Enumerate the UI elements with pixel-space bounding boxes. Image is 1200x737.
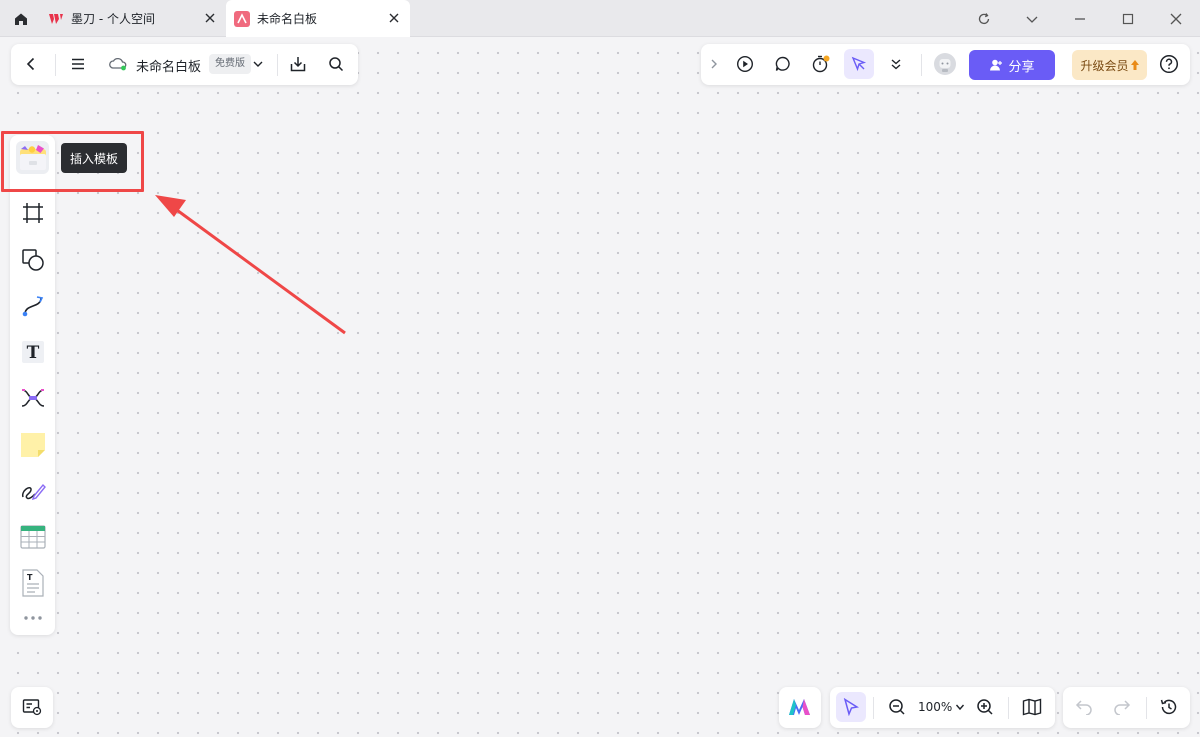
arrow-up-icon: [1130, 60, 1139, 70]
refresh-icon[interactable]: [971, 6, 997, 32]
annotation-highlight-box: [1, 131, 144, 192]
maximize-icon[interactable]: [1115, 6, 1141, 32]
close-icon[interactable]: [202, 10, 218, 26]
cloud-saved-icon: [103, 49, 133, 79]
close-window-icon[interactable]: [1163, 6, 1189, 32]
tab-whiteboard[interactable]: 未命名白板: [226, 0, 410, 37]
sticky-note-icon: [20, 432, 45, 457]
help-icon[interactable]: [1154, 49, 1184, 79]
mindmap-tool[interactable]: [16, 381, 49, 414]
text-icon: T: [21, 340, 44, 363]
undo-icon[interactable]: [1069, 692, 1099, 722]
more-tools-button[interactable]: [16, 605, 49, 631]
map-icon[interactable]: [1017, 692, 1047, 722]
connector-icon: [22, 295, 43, 316]
tab-personal-space[interactable]: 墨刀 - 个人空间: [40, 0, 226, 37]
mindmap-icon: [21, 388, 44, 407]
minimap-panel: [11, 687, 53, 728]
whiteboard-canvas[interactable]: [0, 37, 1200, 737]
connector-tool[interactable]: [16, 289, 49, 322]
whiteboard-logo-icon: [234, 10, 250, 27]
divider: [1008, 697, 1009, 719]
text-tool[interactable]: T: [16, 335, 49, 368]
ai-logo-icon[interactable]: [785, 692, 815, 722]
shape-tool[interactable]: [16, 243, 49, 276]
upgrade-label: 升级会员: [1080, 58, 1129, 73]
top-right-toolbar: 分享 升级会员: [701, 44, 1190, 85]
zoom-level[interactable]: 100%: [918, 700, 952, 714]
chevron-down-icon[interactable]: [245, 49, 271, 79]
document-tool[interactable]: T: [16, 566, 49, 599]
pen-tool[interactable]: [16, 474, 49, 507]
table-tool[interactable]: [16, 520, 49, 553]
search-icon[interactable]: [321, 49, 351, 79]
back-icon[interactable]: [16, 49, 46, 79]
tab-label: 墨刀 - 个人空间: [71, 12, 155, 26]
document-icon: T: [21, 568, 44, 597]
divider: [55, 54, 56, 76]
frame-tool[interactable]: [16, 196, 49, 229]
pen-icon: [21, 483, 46, 500]
modao-logo-icon: [48, 11, 64, 27]
menu-icon[interactable]: [63, 49, 93, 79]
home-icon[interactable]: [8, 6, 34, 32]
ai-panel: [779, 687, 821, 728]
more-icon: [23, 616, 42, 620]
shape-icon: [21, 248, 44, 271]
svg-text:T: T: [27, 573, 33, 582]
frame-icon: [22, 202, 43, 223]
add-user-icon: [990, 59, 1003, 71]
divider: [277, 54, 278, 76]
zoom-panel: 100%: [830, 687, 1055, 728]
title-bar: 墨刀 - 个人空间 未命名白板: [0, 0, 1200, 37]
share-button[interactable]: 分享: [969, 50, 1055, 80]
svg-text:T: T: [26, 343, 39, 363]
select-tool-icon[interactable]: [836, 692, 866, 722]
table-icon: [19, 524, 46, 549]
avatar[interactable]: [930, 49, 960, 79]
history-icon[interactable]: [1154, 692, 1184, 722]
download-icon[interactable]: [283, 49, 313, 79]
minimap-icon[interactable]: [17, 692, 47, 722]
timer-icon[interactable]: [806, 49, 836, 79]
play-icon[interactable]: [730, 49, 760, 79]
document-title[interactable]: 未命名白板: [136, 56, 201, 75]
share-label: 分享: [1008, 59, 1035, 75]
left-toolbar: T T: [10, 135, 55, 635]
chevron-right-icon[interactable]: [703, 49, 725, 79]
comment-icon[interactable]: [768, 49, 798, 79]
divider: [921, 54, 922, 76]
zoom-in-icon[interactable]: [970, 692, 1000, 722]
chevron-down-icon[interactable]: [950, 692, 970, 722]
upgrade-button[interactable]: 升级会员: [1072, 50, 1147, 80]
redo-icon[interactable]: [1107, 692, 1137, 722]
divider: [1146, 697, 1147, 719]
chevron-down-icon[interactable]: [1019, 6, 1045, 32]
minimize-icon[interactable]: [1067, 6, 1093, 32]
divider: [873, 697, 874, 719]
zoom-out-icon[interactable]: [882, 692, 912, 722]
history-panel: [1063, 687, 1190, 728]
close-icon[interactable]: [386, 10, 402, 26]
tab-label: 未命名白板: [257, 12, 318, 26]
follow-cursor-icon[interactable]: [844, 49, 874, 79]
double-chevron-down-icon[interactable]: [884, 49, 908, 79]
sticky-note-tool[interactable]: [16, 428, 49, 461]
top-left-toolbar: 未命名白板 免费版: [11, 44, 358, 85]
